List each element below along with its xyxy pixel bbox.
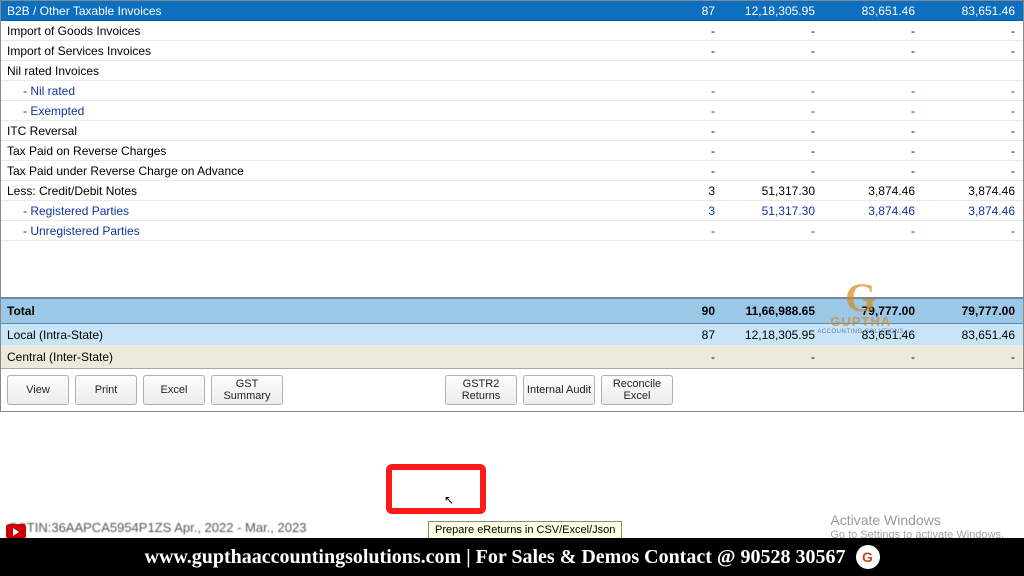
central-row[interactable]: Central (Inter-State) - - - - <box>1 346 1023 368</box>
row-label: Less: Credit/Debit Notes <box>7 184 675 198</box>
summary-block: Total 90 11,66,988.65 79,777.00 79,777.0… <box>1 297 1023 368</box>
cursor-icon: ↖ <box>444 493 454 507</box>
guptha-logo-icon: G <box>856 545 880 569</box>
table-row[interactable]: - Registered Parties351,317.303,874.463,… <box>1 201 1023 221</box>
row-label: Tax Paid on Reverse Charges <box>7 144 675 158</box>
table-row[interactable]: B2B / Other Taxable Invoices8712,18,305.… <box>1 1 1023 21</box>
total-row[interactable]: Total 90 11,66,988.65 79,777.00 79,777.0… <box>1 298 1023 324</box>
row-label: Tax Paid under Reverse Charge on Advance <box>7 164 675 178</box>
table-row[interactable]: - Unregistered Parties---- <box>1 221 1023 241</box>
table-row[interactable]: - Nil rated---- <box>1 81 1023 101</box>
toolbar: View Print Excel GST Summary GSTR2 Retur… <box>1 368 1023 411</box>
table-row[interactable]: Import of Services Invoices---- <box>1 41 1023 61</box>
print-button[interactable]: Print <box>75 375 137 405</box>
row-label: ITC Reversal <box>7 124 675 138</box>
row-label: B2B / Other Taxable Invoices <box>7 4 675 18</box>
local-row[interactable]: Local (Intra-State) 87 12,18,305.95 83,6… <box>1 324 1023 346</box>
view-button[interactable]: View <box>7 375 69 405</box>
row-label: Nil rated Invoices <box>7 64 675 78</box>
row-label: Import of Goods Invoices <box>7 24 675 38</box>
gst-summary-button[interactable]: GST Summary <box>211 375 283 405</box>
status-line: GSTIN:36AAPCA5954P1ZS Apr., 2022 - Mar.,… <box>8 520 306 535</box>
total-label: Total <box>7 304 675 318</box>
internal-audit-button[interactable]: Internal Audit <box>523 375 595 405</box>
highlight-box <box>386 464 486 514</box>
row-label: Import of Services Invoices <box>7 44 675 58</box>
table-row[interactable]: Nil rated Invoices <box>1 61 1023 81</box>
tooltip: Prepare eReturns in CSV/Excel/Json <box>428 521 622 539</box>
table-row[interactable]: ITC Reversal---- <box>1 121 1023 141</box>
row-label: - Exempted <box>7 104 675 118</box>
table-row[interactable]: Less: Credit/Debit Notes351,317.303,874.… <box>1 181 1023 201</box>
bottom-banner: www.gupthaaccountingsolutions.com | For … <box>0 538 1024 576</box>
reconcile-excel-button[interactable]: Reconcile Excel <box>601 375 673 405</box>
gstr2-returns-button[interactable]: GSTR2 Returns <box>445 375 517 405</box>
excel-button[interactable]: Excel <box>143 375 205 405</box>
row-label: - Nil rated <box>7 84 675 98</box>
row-label: - Unregistered Parties <box>7 224 675 238</box>
table-row[interactable]: Import of Goods Invoices---- <box>1 21 1023 41</box>
row-label: - Registered Parties <box>7 204 675 218</box>
table-row[interactable]: Tax Paid on Reverse Charges---- <box>1 141 1023 161</box>
gst-report-grid: B2B / Other Taxable Invoices8712,18,305.… <box>0 0 1024 412</box>
youtube-play-icon[interactable] <box>6 524 26 539</box>
table-row[interactable]: - Exempted---- <box>1 101 1023 121</box>
table-row[interactable]: Tax Paid under Reverse Charge on Advance… <box>1 161 1023 181</box>
